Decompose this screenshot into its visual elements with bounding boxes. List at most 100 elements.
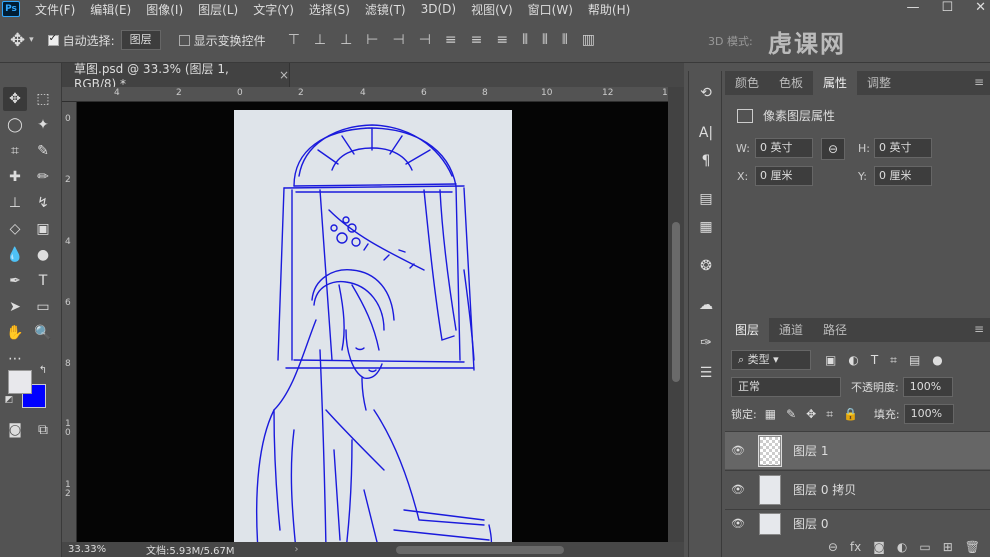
align-bottom-icon[interactable]: ⊥ [340, 32, 352, 48]
visibility-eye-icon[interactable]: 👁 [725, 517, 751, 530]
new-layer-icon[interactable]: ⊞ [943, 540, 953, 554]
menu-type[interactable]: 文字(Y) [253, 1, 294, 18]
show-transform-checkbox[interactable] [178, 33, 194, 47]
distribute-right-icon[interactable]: ⫴ [562, 32, 568, 48]
distribute-bottom-icon[interactable]: ≡ [496, 32, 508, 48]
tool-preset-chevron-icon[interactable]: ▾ [29, 35, 34, 45]
tab-layers[interactable]: 图层 [725, 318, 770, 342]
layer-name[interactable]: 图层 1 [793, 442, 828, 459]
document-tab[interactable]: 草图.psd @ 33.3% (图层 1, RGB/8) * × [62, 62, 290, 91]
menu-view[interactable]: 视图(V) [471, 1, 513, 18]
link-layers-icon[interactable]: ⊖ [828, 540, 838, 554]
notes-panel-icon[interactable]: ▤ [696, 189, 716, 209]
distribute-top-icon[interactable]: ≡ [445, 32, 457, 48]
tab-channels[interactable]: 通道 [769, 318, 813, 342]
menu-file[interactable]: 文件(F) [35, 1, 75, 18]
rectangle-tool-icon[interactable]: ▭ [31, 295, 55, 319]
zoom-level[interactable]: 33.33% [68, 544, 128, 555]
libraries-panel-icon[interactable]: ❂ [696, 256, 716, 276]
auto-align-icon[interactable]: ▥ [582, 32, 595, 48]
lasso-tool-icon[interactable]: ◯ [3, 113, 27, 137]
distribute-vcenter-icon[interactable]: ≡ [471, 32, 483, 48]
align-hcenter-icon[interactable]: ⊣ [393, 32, 405, 48]
history-panel-icon[interactable]: ⟲ [696, 83, 716, 103]
filter-shape-icon[interactable]: ⌗ [890, 353, 897, 368]
menu-image[interactable]: 图像(I) [146, 1, 183, 18]
layer-filter-select[interactable]: ⌕ 类型 ▾ [731, 350, 811, 370]
menu-window[interactable]: 窗口(W) [528, 1, 573, 18]
panel-menu-icon[interactable]: ≡ [974, 322, 984, 336]
creative-cloud-icon[interactable]: ☁ [696, 295, 716, 315]
maximize-button[interactable]: ☐ [941, 0, 953, 15]
zoom-tool-icon[interactable]: 🔍 [31, 321, 55, 345]
swap-colors-icon[interactable]: ↰ [36, 363, 50, 377]
menu-edit[interactable]: 编辑(E) [90, 1, 131, 18]
lock-artboard-icon[interactable]: ⌗ [826, 407, 833, 422]
visibility-eye-icon[interactable]: 👁 [725, 483, 751, 496]
menu-help[interactable]: 帮助(H) [588, 1, 630, 18]
blend-mode-select[interactable]: 正常 [731, 377, 841, 397]
lock-all-icon[interactable]: 🔒 [843, 407, 858, 422]
horizontal-scrollbar-thumb[interactable] [396, 546, 564, 554]
link-dimensions-icon[interactable]: ⊖ [821, 138, 845, 160]
filter-adjustment-icon[interactable]: ◐ [848, 353, 858, 368]
menu-layer[interactable]: 图层(L) [198, 1, 238, 18]
width-input[interactable]: 0 英寸 [755, 138, 813, 158]
tab-paths[interactable]: 路径 [813, 318, 857, 342]
brush-settings-icon[interactable]: ✑ [696, 333, 716, 353]
path-select-icon[interactable]: ➤ [3, 295, 27, 319]
layer-style-icon[interactable]: fx [850, 540, 861, 554]
lock-pixels-icon[interactable]: ✎ [786, 407, 796, 422]
align-left-icon[interactable]: ⊢ [366, 32, 378, 48]
tab-swatches[interactable]: 色板 [769, 71, 813, 95]
layer-name[interactable]: 图层 0 拷贝 [793, 481, 856, 498]
history-brush-icon[interactable]: ↯ [31, 191, 55, 215]
delete-layer-icon[interactable]: 🗑 [965, 540, 980, 554]
lock-position-icon[interactable]: ✥ [806, 407, 816, 422]
distribute-left-icon[interactable]: ⫴ [522, 32, 528, 48]
panel-menu-icon[interactable]: ≡ [974, 75, 984, 89]
auto-select-target-select[interactable]: 图层 [120, 30, 161, 50]
eraser-tool-icon[interactable]: ◇ [3, 217, 27, 241]
fill-input[interactable]: 100% [903, 404, 954, 424]
artboard[interactable] [234, 110, 512, 542]
default-colors-icon[interactable]: ◩ [2, 393, 16, 407]
filter-type-icon[interactable]: T [871, 353, 878, 368]
layer-row[interactable]: 👁 图层 0 拷贝 [725, 470, 990, 508]
stamp-tool-icon[interactable]: ⊥ [3, 191, 27, 215]
filter-toggle-icon[interactable]: ● [932, 353, 942, 368]
paragraph-panel-icon[interactable]: ¶ [696, 151, 716, 171]
hand-tool-icon[interactable]: ✋ [3, 321, 27, 345]
blur-tool-icon[interactable]: 💧 [3, 243, 27, 267]
minimize-button[interactable]: — [906, 0, 919, 15]
new-group-icon[interactable]: ▭ [919, 540, 930, 554]
move-tool-icon[interactable]: ✥ [10, 30, 25, 51]
align-right-icon[interactable]: ⊣ [419, 32, 431, 48]
glyph-panel-icon[interactable]: ▦ [696, 217, 716, 237]
filter-pixel-icon[interactable]: ▣ [825, 353, 836, 368]
crop-tool-icon[interactable]: ⌗ [3, 139, 27, 163]
foreground-color-swatch[interactable] [8, 370, 32, 394]
vertical-scrollbar[interactable] [668, 87, 684, 542]
menu-3d[interactable]: 3D(D) [421, 2, 456, 16]
tab-color[interactable]: 颜色 [725, 71, 769, 95]
healing-brush-icon[interactable]: ✚ [3, 165, 27, 189]
screen-mode-icon[interactable]: ⧉ [31, 418, 55, 442]
pen-tool-icon[interactable]: ✒ [3, 269, 27, 293]
visibility-eye-icon[interactable]: 👁 [725, 444, 751, 457]
canvas-area[interactable] [77, 102, 668, 542]
layer-row[interactable]: 👁 图层 1 [725, 431, 990, 469]
eyedropper-icon[interactable]: ✎ [31, 139, 55, 163]
tab-properties[interactable]: 属性 [813, 71, 858, 95]
character-panel-icon[interactable]: A| [696, 123, 716, 143]
y-input[interactable]: 0 厘米 [874, 166, 932, 186]
scrollbar-thumb[interactable] [672, 222, 680, 382]
status-menu-arrow-icon[interactable]: › [295, 544, 299, 555]
add-mask-icon[interactable]: ◙ [873, 540, 885, 554]
marquee-tool-icon[interactable]: ⬚ [31, 87, 55, 111]
brush-tool-icon[interactable]: ✏ [31, 165, 55, 189]
layer-name[interactable]: 图层 0 [793, 515, 828, 532]
opacity-input[interactable]: 100% [902, 377, 953, 397]
height-input[interactable]: 0 英寸 [874, 138, 932, 158]
gradient-tool-icon[interactable]: ▣ [31, 217, 55, 241]
